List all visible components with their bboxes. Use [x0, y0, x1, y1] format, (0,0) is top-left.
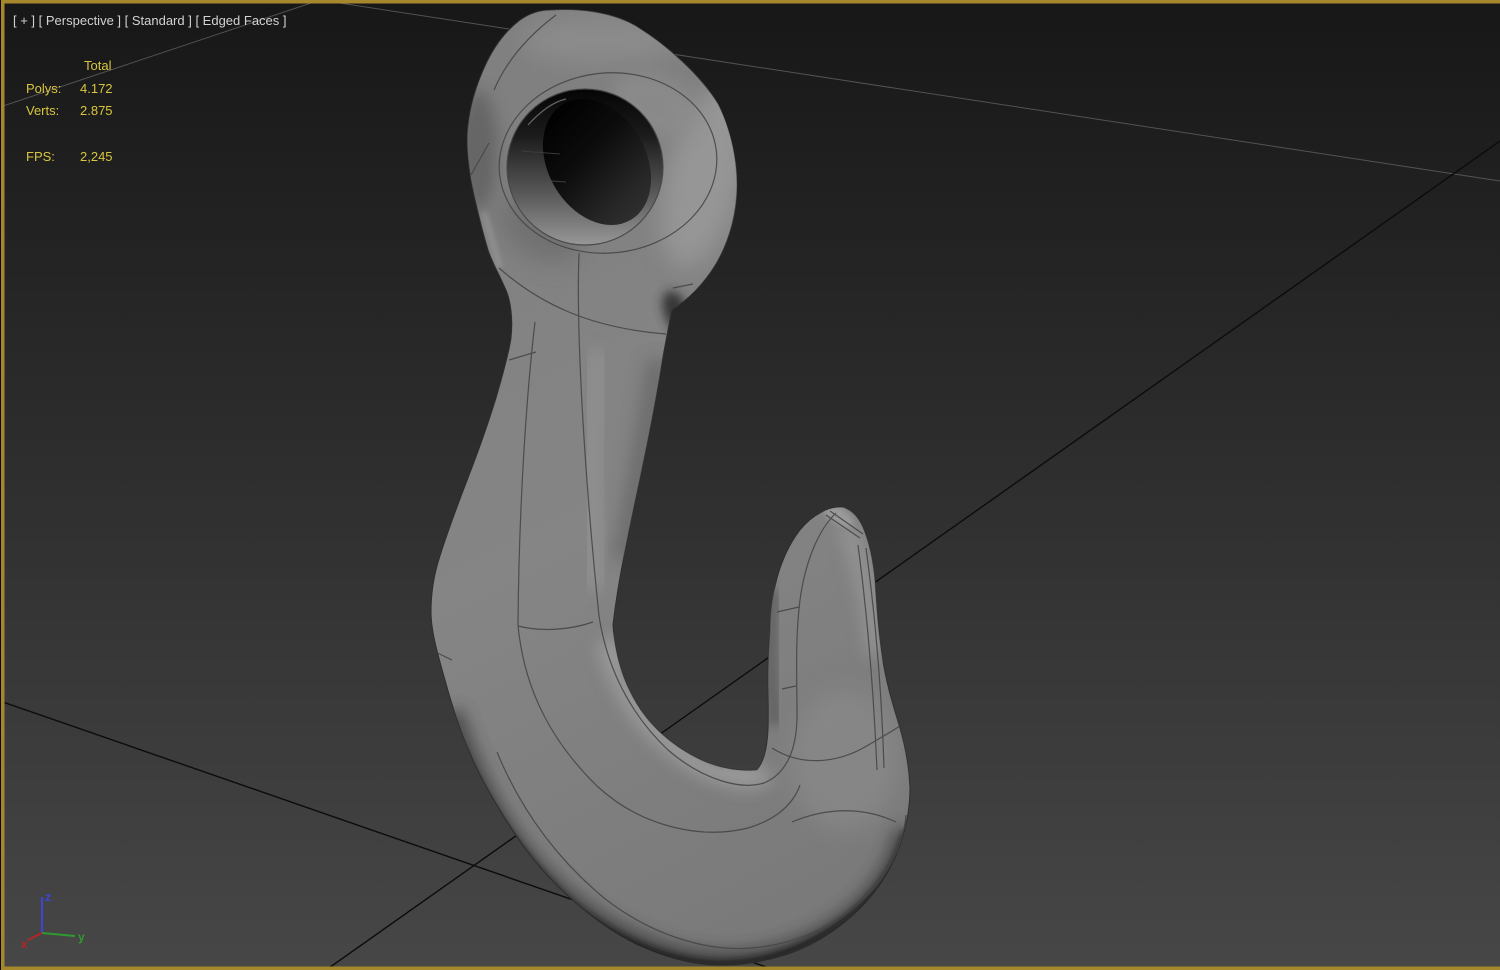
- axis-y-label: y: [78, 930, 85, 944]
- stats-header-total: Total: [84, 58, 112, 73]
- stats-verts-label: Verts:: [26, 103, 59, 118]
- stats-polys-value: 4.172: [80, 81, 113, 96]
- axis-z-label: z: [45, 890, 51, 904]
- viewport[interactable]: [ + ] [ Perspective ] [ Standard ] [ Edg…: [0, 0, 1500, 970]
- viewport-canvas[interactable]: [ + ] [ Perspective ] [ Standard ] [ Edg…: [0, 0, 1500, 970]
- stats-fps-value: 2,245: [80, 149, 113, 164]
- stats-fps-label: FPS:: [26, 149, 55, 164]
- stats-verts-value: 2.875: [80, 103, 113, 118]
- stats-polys-label: Polys:: [26, 81, 61, 96]
- axis-x-label: x: [21, 937, 28, 951]
- viewport-border-left: [1, 0, 5, 970]
- viewport-label[interactable]: [ + ] [ Perspective ] [ Standard ] [ Edg…: [13, 13, 287, 28]
- viewport-border-bottom: [0, 966, 1500, 970]
- viewport-border-top: [0, 0, 1500, 4]
